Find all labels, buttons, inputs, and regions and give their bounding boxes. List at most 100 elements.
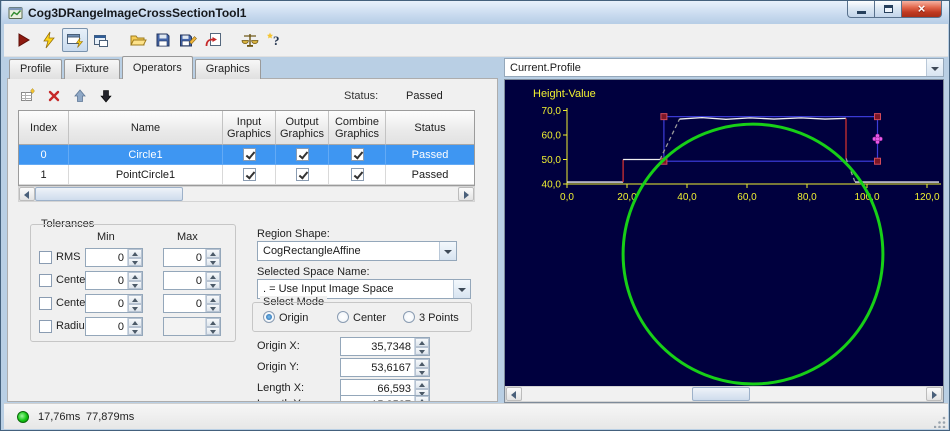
scrollbar-thumb[interactable] <box>35 187 183 201</box>
output-graphics-checkbox[interactable] <box>295 168 309 181</box>
spin-down-button[interactable] <box>128 326 142 335</box>
titlebar[interactable]: Cog3DRangeImageCrossSectionTool1 × <box>2 1 949 24</box>
centerx-min-spinner[interactable]: 0 <box>85 271 143 290</box>
region-shape-combo[interactable]: CogRectangleAffine <box>257 241 457 261</box>
spin-down-button[interactable] <box>415 346 429 355</box>
spin-up-button[interactable] <box>415 380 429 389</box>
table-row[interactable]: 0 Circle1 Passed <box>19 145 474 165</box>
profile-selector-combo[interactable]: Current.Profile <box>504 58 944 77</box>
delete-operator-button[interactable] <box>44 86 64 106</box>
combine-graphics-checkbox[interactable] <box>350 168 364 181</box>
column-header-index[interactable]: Index <box>19 111 69 145</box>
spin-down-button[interactable] <box>206 280 220 289</box>
tab-operators[interactable]: Operators <box>121 56 193 79</box>
rms-max-spinner[interactable]: 0 <box>163 248 221 267</box>
centery-min-spinner[interactable]: 0 <box>85 294 143 313</box>
spin-down-button[interactable] <box>206 326 220 335</box>
combine-graphics-checkbox[interactable] <box>350 148 364 161</box>
row-name-cell[interactable]: Circle1 <box>69 145 223 165</box>
radius-checkbox[interactable] <box>39 320 52 333</box>
table-horizontal-scrollbar[interactable] <box>18 186 475 202</box>
spin-down-button[interactable] <box>206 303 220 312</box>
spin-up-button[interactable] <box>415 359 429 368</box>
spin-up-button[interactable] <box>415 338 429 347</box>
origin-y-spinner[interactable]: 53,6167 <box>340 358 430 377</box>
centery-max-spinner[interactable]: 0 <box>163 294 221 313</box>
resize-grip[interactable] <box>934 415 947 428</box>
centerx-max-spinner[interactable]: 0 <box>163 271 221 290</box>
spin-up-button[interactable] <box>128 318 142 327</box>
minimize-button[interactable] <box>847 1 875 18</box>
input-graphics-checkbox[interactable] <box>242 168 256 181</box>
spin-up-button[interactable] <box>415 396 429 401</box>
save-as-button[interactable] <box>176 28 200 52</box>
spin-down-button[interactable] <box>206 257 220 266</box>
tab-fixture[interactable]: Fixture <box>64 59 120 79</box>
spin-down-button[interactable] <box>128 280 142 289</box>
spin-up-button[interactable] <box>206 318 220 327</box>
scroll-right-button[interactable] <box>926 387 942 401</box>
centerx-checkbox[interactable] <box>39 274 52 287</box>
scrollbar-track[interactable] <box>35 187 458 201</box>
spin-up-button[interactable] <box>206 249 220 258</box>
scroll-right-button[interactable] <box>458 187 474 201</box>
spin-down-button[interactable] <box>128 303 142 312</box>
scrollbar-thumb[interactable] <box>692 387 750 401</box>
rms-checkbox[interactable] <box>39 251 52 264</box>
origin-radio[interactable] <box>263 311 275 323</box>
maximize-button[interactable] <box>875 1 902 18</box>
spin-up-button[interactable] <box>206 272 220 281</box>
close-button[interactable]: × <box>902 1 942 18</box>
spin-up-button[interactable] <box>128 272 142 281</box>
column-header-combine-graphics[interactable]: Combine Graphics <box>329 111 386 145</box>
origin-radio-label[interactable]: Origin <box>279 312 308 324</box>
three-points-radio-label[interactable]: 3 Points <box>419 312 459 324</box>
output-graphics-checkbox[interactable] <box>295 148 309 161</box>
row-index-cell[interactable]: 0 <box>19 145 69 165</box>
scroll-left-button[interactable] <box>506 387 522 401</box>
scrollbar-track[interactable] <box>522 387 926 401</box>
chevron-down-icon[interactable] <box>926 59 943 76</box>
length-y-spinner[interactable]: 15,3537 <box>340 395 430 401</box>
origin-x-spinner[interactable]: 35,7348 <box>340 337 430 356</box>
center-radio[interactable] <box>337 311 349 323</box>
move-up-button[interactable] <box>70 86 90 106</box>
spin-down-button[interactable] <box>128 257 142 266</box>
benchmark-button[interactable] <box>238 28 262 52</box>
spin-up-button[interactable] <box>128 295 142 304</box>
float-window-button[interactable] <box>89 28 113 52</box>
import-button[interactable] <box>201 28 225 52</box>
electric-toggle-button[interactable] <box>62 28 88 52</box>
radius-min-spinner[interactable]: 0 <box>85 317 143 336</box>
scroll-left-button[interactable] <box>19 187 35 201</box>
profile-chart-canvas[interactable]: Height-Value70,060,050,040,00,0 20,0 40,0 6… <box>505 80 943 386</box>
save-button[interactable] <box>151 28 175 52</box>
center-radio-label[interactable]: Center <box>353 312 386 324</box>
chevron-down-icon[interactable] <box>453 280 470 298</box>
chevron-down-icon[interactable] <box>439 242 456 260</box>
column-header-name[interactable]: Name <box>69 111 223 145</box>
table-row[interactable]: 1 PointCircle1 Passed <box>19 165 474 185</box>
add-operator-button[interactable] <box>18 86 38 106</box>
spin-up-button[interactable] <box>206 295 220 304</box>
column-header-input-graphics[interactable]: Input Graphics <box>223 111 276 145</box>
move-down-button[interactable] <box>96 86 116 106</box>
row-index-cell[interactable]: 1 <box>19 165 69 185</box>
column-header-output-graphics[interactable]: Output Graphics <box>276 111 329 145</box>
spin-up-button[interactable] <box>128 249 142 258</box>
chart-horizontal-scrollbar[interactable] <box>505 386 943 402</box>
tab-graphics[interactable]: Graphics <box>194 59 261 79</box>
row-name-cell[interactable]: PointCircle1 <box>69 165 223 185</box>
radius-max-spinner[interactable] <box>163 317 221 336</box>
open-button[interactable] <box>126 28 150 52</box>
help-button[interactable]: ? <box>263 28 287 52</box>
three-points-radio[interactable] <box>403 311 415 323</box>
run-button[interactable] <box>12 28 36 52</box>
run-electric-button[interactable] <box>37 28 61 52</box>
centery-checkbox[interactable] <box>39 297 52 310</box>
spin-down-button[interactable] <box>415 367 429 376</box>
column-header-status[interactable]: Status <box>386 111 474 145</box>
tab-profile[interactable]: Profile <box>9 59 63 79</box>
rms-min-spinner[interactable]: 0 <box>85 248 143 267</box>
input-graphics-checkbox[interactable] <box>242 148 256 161</box>
